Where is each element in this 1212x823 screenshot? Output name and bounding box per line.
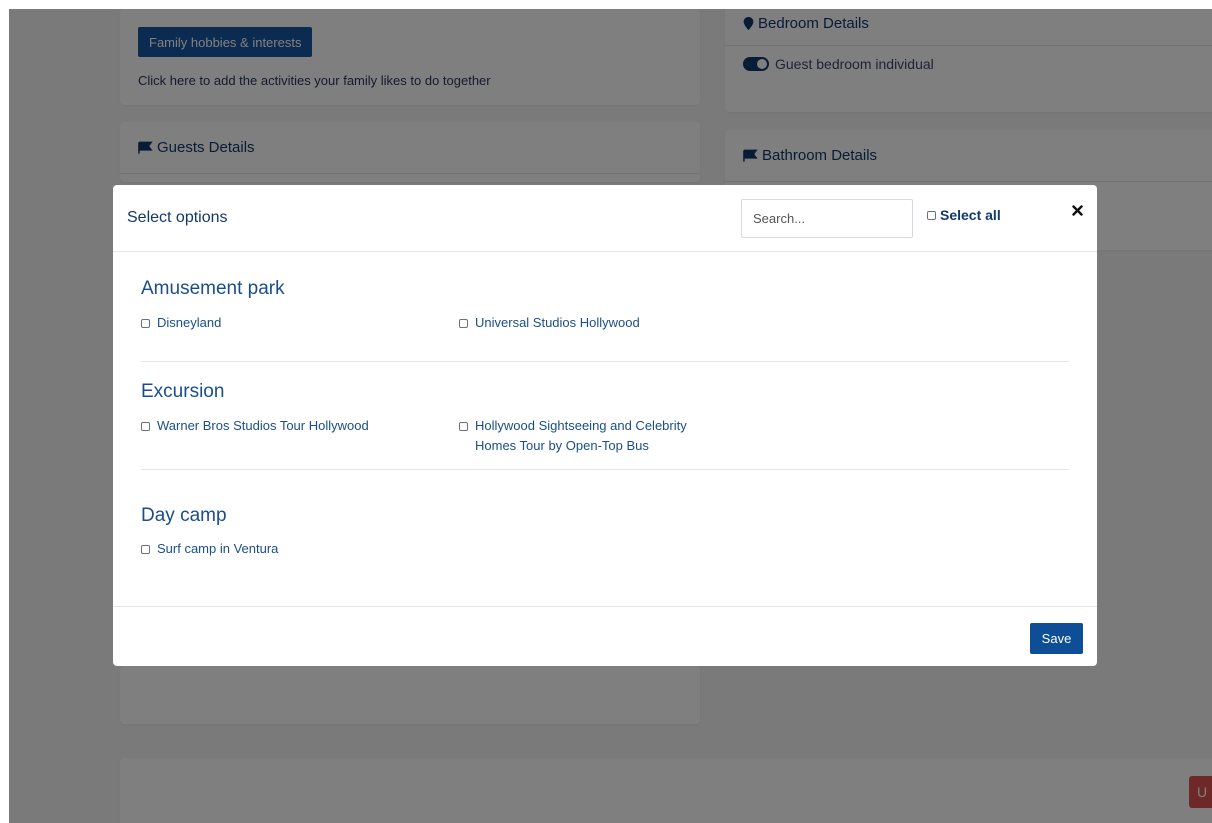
section-title: Amusement park xyxy=(141,278,285,299)
select-all-box[interactable] xyxy=(927,210,936,220)
option-label: Universal Studios Hollywood xyxy=(475,315,640,330)
modal-body: Amusement park Disneyland Universal Stud… xyxy=(113,253,1097,607)
modal-title: Select options xyxy=(127,209,228,226)
option-box[interactable] xyxy=(141,422,150,431)
option-box[interactable] xyxy=(459,319,468,328)
option-box[interactable] xyxy=(459,422,468,431)
select-all-checkbox[interactable]: Select all xyxy=(927,207,1001,223)
top-edge-strip xyxy=(0,0,1212,9)
modal-footer: Save xyxy=(113,606,1097,666)
option-checkbox[interactable]: Hollywood Sightseeing and Celebrity Home… xyxy=(459,416,729,456)
section-divider xyxy=(141,469,1069,470)
save-button[interactable]: Save xyxy=(1030,623,1083,654)
option-section: Excursion Warner Bros Studios Tour Holly… xyxy=(141,381,1069,481)
option-label: Surf camp in Ventura xyxy=(157,541,279,556)
option-checkbox[interactable]: Warner Bros Studios Tour Hollywood xyxy=(141,416,369,436)
modal-header: Select options Select all xyxy=(113,185,1097,252)
section-title: Day camp xyxy=(141,505,227,526)
left-edge-strip xyxy=(0,0,9,823)
close-icon[interactable] xyxy=(1068,201,1086,219)
select-all-label: Select all xyxy=(940,207,1001,223)
section-divider xyxy=(141,361,1069,362)
select-options-modal: Select options Select all Amusement park… xyxy=(113,185,1097,666)
option-box[interactable] xyxy=(141,545,150,554)
option-checkbox[interactable]: Disneyland xyxy=(141,313,221,333)
section-title: Excursion xyxy=(141,381,225,402)
option-box[interactable] xyxy=(141,319,150,328)
option-label: Hollywood Sightseeing and Celebrity Home… xyxy=(475,418,687,453)
close-icon[interactable] xyxy=(1071,204,1083,216)
option-section: Day camp Surf camp in Ventura xyxy=(141,505,1069,565)
option-section: Amusement park Disneyland Universal Stud… xyxy=(141,278,1069,362)
option-label: Warner Bros Studios Tour Hollywood xyxy=(157,418,369,433)
search-input[interactable] xyxy=(741,199,913,238)
option-label: Disneyland xyxy=(157,315,222,330)
option-checkbox[interactable]: Surf camp in Ventura xyxy=(141,539,278,559)
option-checkbox[interactable]: Universal Studios Hollywood xyxy=(459,313,640,333)
